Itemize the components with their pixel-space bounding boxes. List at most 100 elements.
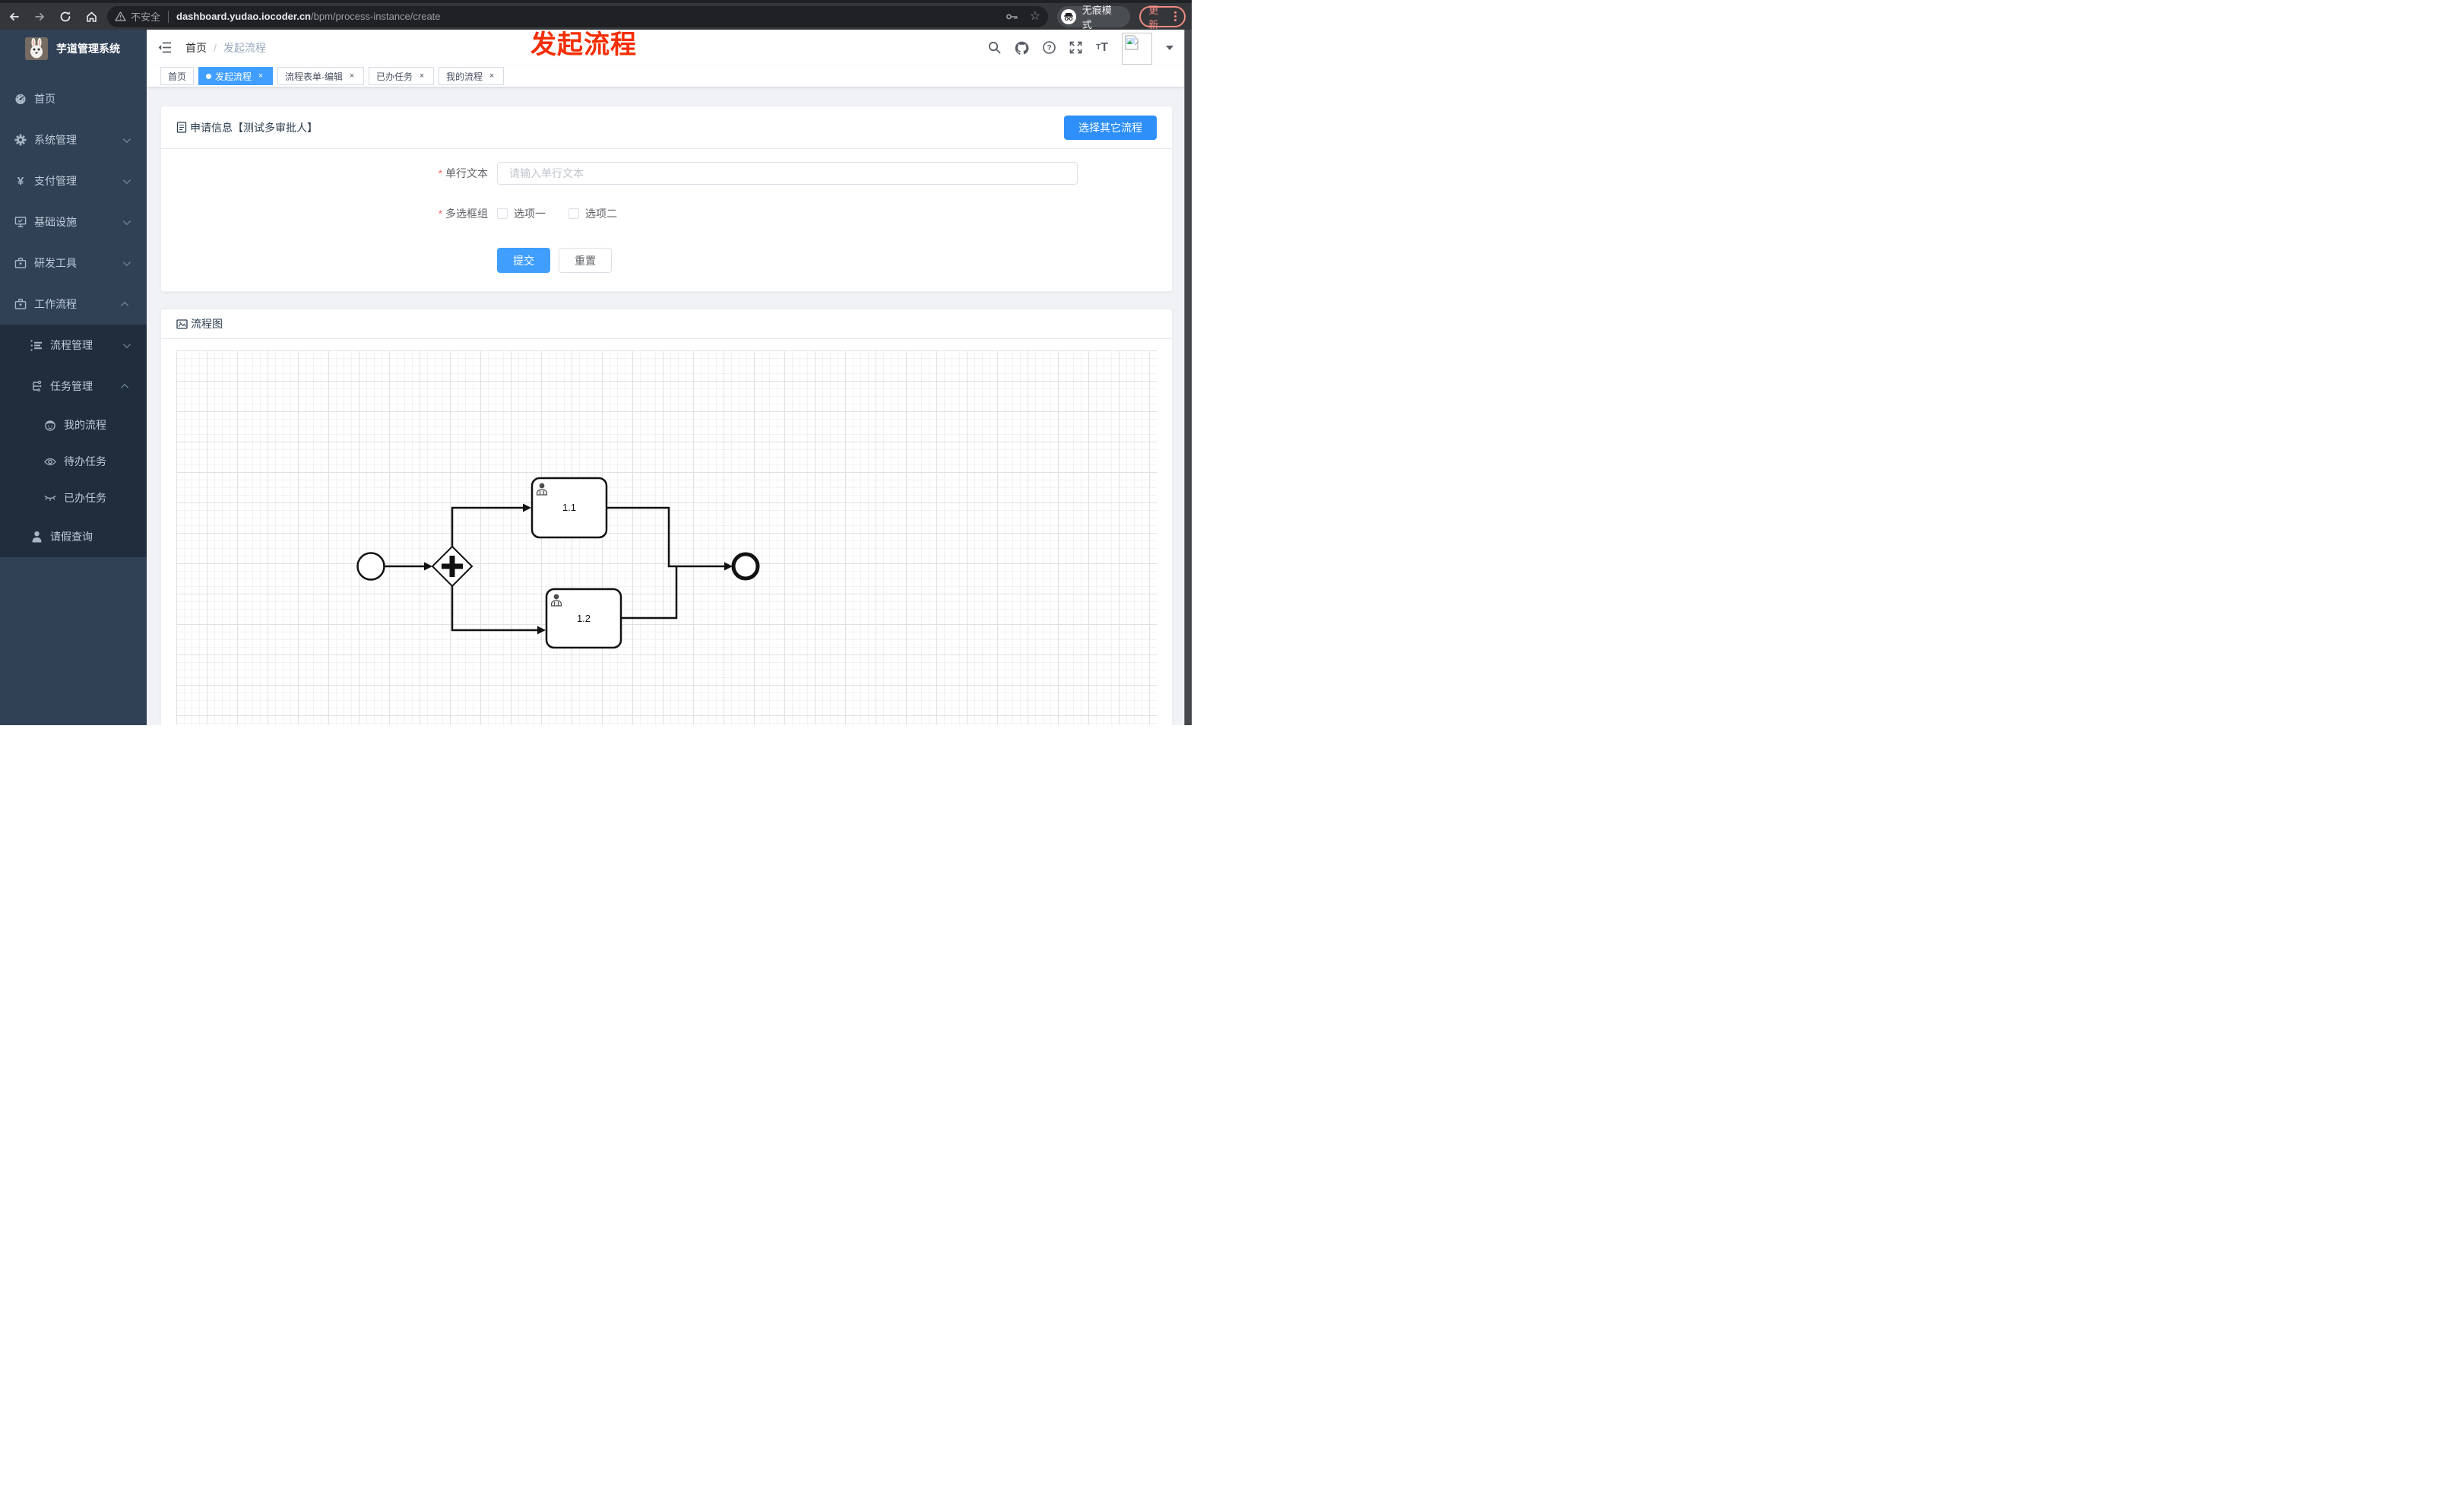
bpmn-parallel-gateway[interactable] — [431, 545, 473, 588]
chevron-down-icon — [122, 258, 131, 266]
chevron-down-icon — [122, 176, 131, 184]
close-icon[interactable]: × — [417, 71, 426, 81]
sidebar-item-leave-query[interactable]: 请假查询 — [0, 516, 147, 557]
bpmn-start-event[interactable] — [356, 552, 385, 581]
browser-update-button[interactable]: 更新 — [1139, 5, 1186, 30]
breadcrumb-home[interactable]: 首页 — [185, 40, 207, 55]
browser-forward-button[interactable] — [29, 7, 52, 27]
bpmn-user-task-1-1[interactable]: 1.1 — [530, 477, 608, 539]
reset-button[interactable]: 重置 — [559, 248, 612, 273]
checkbox-label: 选项二 — [585, 208, 617, 220]
application-info-card: 申请信息【测试多审批人】 选择其它流程 单行文本 多选框组 选项一 — [160, 106, 1173, 292]
app-logo — [25, 37, 48, 60]
list-icon — [30, 339, 43, 351]
tab-start-process[interactable]: 发起流程 × — [198, 67, 274, 85]
avatar[interactable] — [1122, 32, 1152, 65]
field-label: 多选框组 — [435, 206, 488, 221]
form-actions-row: 提交 重置 — [435, 248, 1172, 273]
browser-reload-button[interactable] — [55, 7, 78, 27]
close-icon[interactable]: × — [347, 71, 356, 81]
briefcase-icon — [14, 257, 27, 269]
sidebar-item-process-management[interactable]: 流程管理 — [0, 325, 147, 366]
single-line-text-input[interactable] — [497, 162, 1078, 185]
tab-label: 已办任务 — [376, 71, 413, 82]
svg-text:?: ? — [1047, 44, 1052, 52]
update-label: 更新 — [1148, 4, 1159, 30]
browser-scrollbar[interactable] — [1184, 30, 1192, 725]
font-size-icon[interactable]: TT — [1096, 41, 1108, 55]
card-header: 申请信息【测试多审批人】 选择其它流程 — [161, 106, 1172, 149]
document-icon — [176, 122, 187, 133]
checkbox-icon[interactable] — [497, 208, 508, 219]
card-title: 申请信息【测试多审批人】 — [176, 120, 318, 135]
sidebar-item-label: 流程管理 — [50, 339, 93, 351]
tab-label: 我的流程 — [446, 71, 483, 82]
key-icon[interactable] — [1006, 11, 1019, 22]
sidebar-item-label: 研发工具 — [34, 257, 77, 269]
sidebar: 芋道管理系统 首页 系统管理 ¥ 支付管理 基础设施 研发工具 工作流程 流程管… — [0, 30, 147, 725]
app-logo-row[interactable]: 芋道管理系统 — [0, 30, 147, 68]
checkbox-option-1[interactable]: 选项一 — [497, 206, 546, 221]
tab-home[interactable]: 首页 — [160, 67, 195, 85]
sidebar-item-infrastructure[interactable]: 基础设施 — [0, 201, 147, 242]
checkbox-icon[interactable] — [568, 208, 579, 219]
sidebar-fold-button[interactable] — [158, 42, 173, 53]
tree-icon — [30, 380, 43, 392]
face-icon — [44, 419, 56, 431]
warning-icon — [115, 11, 126, 21]
fullscreen-icon[interactable] — [1069, 41, 1082, 54]
bpmn-diagram: 1.1 1.2 — [356, 477, 760, 649]
sidebar-item-my-processes[interactable]: 我的流程 — [0, 407, 147, 443]
sidebar-item-dev-tools[interactable]: 研发工具 — [0, 242, 147, 284]
sidebar-item-done-tasks[interactable]: 已办任务 — [0, 480, 147, 516]
browser-back-button[interactable] — [3, 7, 26, 27]
main-area: 首页 / 发起流程 ? TT 首页 发起流程 × 流程表单-编辑 × 已办任务 … — [147, 30, 1192, 725]
bpmn-user-task-1-2[interactable]: 1.2 — [545, 588, 622, 649]
bookmark-star-icon[interactable]: ☆ — [1030, 10, 1040, 23]
sidebar-item-label: 基础设施 — [34, 216, 77, 228]
tab-label: 发起流程 — [215, 71, 252, 82]
submit-button[interactable]: 提交 — [497, 248, 550, 273]
avatar-caret-icon[interactable] — [1166, 45, 1173, 50]
checkbox-option-2[interactable]: 选项二 — [568, 206, 617, 221]
browser-menu-icon[interactable] — [1174, 11, 1177, 21]
security-label[interactable]: 不安全 — [131, 9, 160, 24]
tab-process-form-edit[interactable]: 流程表单-编辑 × — [277, 67, 365, 85]
page-content: 申请信息【测试多审批人】 选择其它流程 单行文本 多选框组 选项一 — [147, 87, 1192, 725]
close-icon[interactable]: × — [256, 71, 265, 81]
monitor-icon — [14, 216, 27, 228]
card-body: 1.1 1.2 — [176, 350, 1157, 725]
close-icon[interactable]: × — [487, 71, 496, 81]
tab-my-processes[interactable]: 我的流程 × — [439, 67, 505, 85]
sidebar-item-task-management[interactable]: 任务管理 — [0, 366, 147, 407]
app-title: 芋道管理系统 — [56, 43, 120, 55]
sidebar-item-payment-management[interactable]: ¥ 支付管理 — [0, 160, 147, 201]
sidebar-item-label: 工作流程 — [34, 298, 77, 310]
breadcrumb-current: 发起流程 — [223, 41, 266, 54]
github-icon[interactable] — [1015, 41, 1029, 55]
breadcrumb: 首页 / 发起流程 — [185, 40, 266, 55]
sidebar-item-todo-tasks[interactable]: 待办任务 — [0, 443, 147, 480]
chevron-down-icon — [122, 340, 131, 348]
user-icon — [30, 531, 43, 543]
sidebar-item-label: 首页 — [34, 93, 55, 105]
eye-closed-icon — [44, 492, 56, 504]
select-other-process-button[interactable]: 选择其它流程 — [1064, 115, 1157, 140]
sidebar-item-home[interactable]: 首页 — [0, 78, 147, 119]
help-icon[interactable]: ? — [1043, 41, 1056, 54]
sidebar-item-system-management[interactable]: 系统管理 — [0, 119, 147, 160]
search-icon[interactable] — [988, 41, 1001, 54]
chevron-down-icon — [122, 217, 131, 225]
browser-home-button[interactable] — [80, 7, 103, 27]
process-diagram-card: 流程图 1.1 1.2 — [160, 309, 1173, 725]
sidebar-item-label: 支付管理 — [34, 175, 77, 187]
bpmn-canvas[interactable]: 1.1 1.2 — [176, 350, 1157, 725]
chevron-up-icon — [121, 301, 129, 309]
sidebar-item-label: 系统管理 — [34, 134, 77, 146]
picture-icon — [176, 318, 188, 329]
bpmn-end-event[interactable] — [731, 552, 760, 581]
tab-done-tasks[interactable]: 已办任务 × — [369, 67, 435, 85]
chevron-up-icon — [121, 383, 129, 391]
sidebar-item-workflow[interactable]: 工作流程 — [0, 284, 147, 325]
sidebar-menu: 首页 系统管理 ¥ 支付管理 基础设施 研发工具 工作流程 流程管理 任务管理 … — [0, 78, 147, 557]
